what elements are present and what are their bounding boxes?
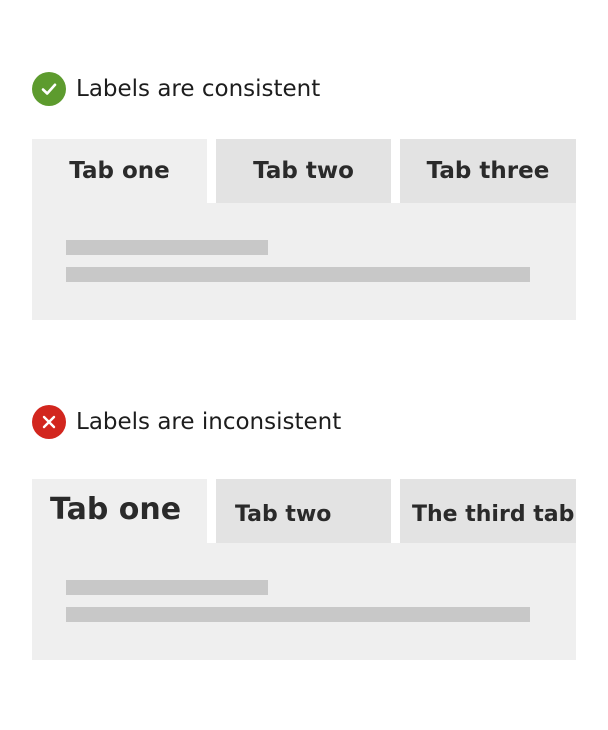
tab-divider xyxy=(207,139,216,203)
tab-one[interactable]: Tab one xyxy=(32,479,207,543)
consistent-tabs-panel: Tab one Tab two Tab three xyxy=(32,139,576,320)
content-placeholder-line xyxy=(66,607,530,622)
tab-one[interactable]: Tab one xyxy=(32,139,207,203)
tab-two[interactable]: Tab two xyxy=(216,479,391,543)
inconsistent-labels-example: Labels are inconsistent Tab one Tab two … xyxy=(32,403,576,660)
consistent-heading: Labels are consistent xyxy=(32,70,576,108)
inconsistent-heading-text: Labels are inconsistent xyxy=(76,408,342,435)
checkmark-icon xyxy=(32,72,66,106)
content-placeholder-line xyxy=(66,580,268,595)
inconsistent-tabs-panel: Tab one Tab two The third tab xyxy=(32,479,576,660)
content-placeholder-line xyxy=(66,267,530,282)
content-placeholder-line xyxy=(66,240,268,255)
tab-divider xyxy=(391,139,400,203)
tab-the-third-tab[interactable]: The third tab xyxy=(400,479,576,543)
consistent-heading-text: Labels are consistent xyxy=(76,75,321,102)
tab-three[interactable]: Tab three xyxy=(400,139,576,203)
inconsistent-heading: Labels are inconsistent xyxy=(32,403,576,441)
cross-icon xyxy=(32,405,66,439)
tab-divider xyxy=(391,479,400,543)
consistent-labels-example: Labels are consistent Tab one Tab two Ta… xyxy=(32,70,576,320)
tab-divider xyxy=(207,479,216,543)
tab-two[interactable]: Tab two xyxy=(216,139,391,203)
